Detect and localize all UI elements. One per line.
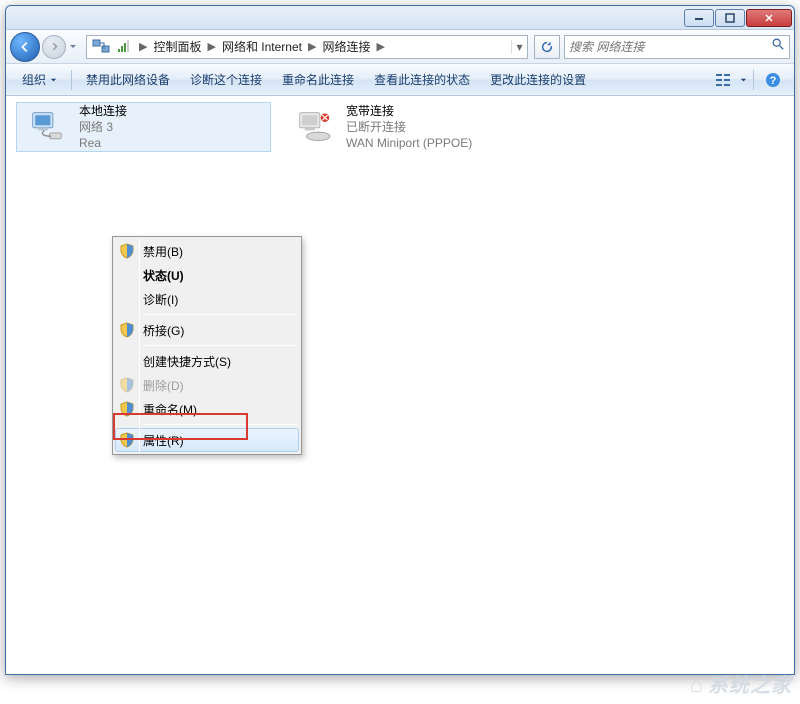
chevron-right-icon: ▶ xyxy=(376,40,384,53)
ctx-diagnose[interactable]: 诊断(I) xyxy=(115,287,299,311)
ctx-rename[interactable]: 重命名(M) xyxy=(115,397,299,421)
minimize-button[interactable] xyxy=(684,9,714,27)
ctx-status[interactable]: 状态(U) xyxy=(115,263,299,287)
breadcrumb-item-control-panel[interactable]: 控制面板 xyxy=(153,38,201,55)
titlebar xyxy=(6,6,794,30)
view-status-button[interactable]: 查看此连接的状态 xyxy=(366,67,478,92)
shield-icon xyxy=(117,241,137,261)
chevron-down-icon[interactable] xyxy=(740,73,747,87)
ethernet-icon xyxy=(23,106,71,148)
ctx-disable[interactable]: 禁用(B) xyxy=(115,239,299,263)
connection-adapter: Rea xyxy=(79,135,127,151)
connection-title: 本地连接 xyxy=(79,103,127,119)
search-box[interactable] xyxy=(564,35,790,59)
svg-text:?: ? xyxy=(770,75,777,87)
shield-icon xyxy=(117,430,137,450)
search-input[interactable] xyxy=(569,40,771,54)
view-options-button[interactable] xyxy=(710,68,736,92)
connection-item-broadband[interactable]: 宽带连接 已断开连接 WAN Miniport (PPPOE) xyxy=(284,102,539,152)
network-icon xyxy=(91,37,111,57)
command-toolbar: 组织 禁用此网络设备 诊断这个连接 重命名此连接 查看此连接的状态 更改此连接的… xyxy=(6,64,794,96)
connection-status: 已断开连接 xyxy=(346,119,472,135)
ctx-properties[interactable]: 属性(R) xyxy=(115,428,299,452)
context-menu: 禁用(B) 状态(U) 诊断(I) 桥接(G) 创建快捷方式(S) xyxy=(112,236,302,455)
forward-button[interactable] xyxy=(42,35,66,59)
connection-title: 宽带连接 xyxy=(346,103,472,119)
organize-label: 组织 xyxy=(22,71,46,88)
modem-icon xyxy=(290,106,338,148)
chevron-down-icon xyxy=(50,73,57,87)
refresh-button[interactable] xyxy=(534,35,560,59)
change-settings-button[interactable]: 更改此连接的设置 xyxy=(482,67,594,92)
organize-menu[interactable]: 组织 xyxy=(14,67,65,92)
disable-device-button[interactable]: 禁用此网络设备 xyxy=(78,67,178,92)
ctx-delete: 删除(D) xyxy=(115,373,299,397)
connection-item-local[interactable]: 本地连接 网络 3 Rea xyxy=(16,102,271,152)
rename-button[interactable]: 重命名此连接 xyxy=(274,67,362,92)
history-dropdown[interactable] xyxy=(66,43,80,51)
help-button[interactable]: ? xyxy=(760,68,786,92)
breadcrumb-item-connections[interactable]: 网络连接 xyxy=(322,38,370,55)
chevron-right-icon: ▶ xyxy=(308,40,316,53)
diagnose-button[interactable]: 诊断这个连接 xyxy=(182,67,270,92)
watermark: ⌂系统之家 xyxy=(690,669,792,698)
content-area: 本地连接 网络 3 Rea 宽带连接 已断开连接 WAN Miniport (P… xyxy=(6,96,794,674)
signal-icon xyxy=(117,40,131,54)
shield-icon xyxy=(117,375,137,395)
search-icon xyxy=(771,37,785,56)
window-frame: ▶ 控制面板 ▶ 网络和 Internet ▶ 网络连接 ▶ ▾ 组织 禁用此网… xyxy=(5,5,795,675)
shield-icon xyxy=(117,320,137,340)
shield-icon xyxy=(117,399,137,419)
maximize-button[interactable] xyxy=(715,9,745,27)
breadcrumb[interactable]: ▶ 控制面板 ▶ 网络和 Internet ▶ 网络连接 ▶ ▾ xyxy=(86,35,528,59)
house-icon: ⌂ xyxy=(690,672,704,697)
connection-network: 网络 3 xyxy=(79,119,127,135)
navigation-bar: ▶ 控制面板 ▶ 网络和 Internet ▶ 网络连接 ▶ ▾ xyxy=(6,30,794,64)
connection-adapter: WAN Miniport (PPPOE) xyxy=(346,135,472,151)
back-button[interactable] xyxy=(10,32,40,62)
ctx-shortcut[interactable]: 创建快捷方式(S) xyxy=(115,349,299,373)
chevron-right-icon: ▶ xyxy=(207,40,215,53)
breadcrumb-item-network-internet[interactable]: 网络和 Internet xyxy=(222,38,302,55)
close-button[interactable] xyxy=(746,9,792,27)
chevron-right-icon: ▶ xyxy=(139,40,147,53)
ctx-bridge[interactable]: 桥接(G) xyxy=(115,318,299,342)
breadcrumb-dropdown[interactable]: ▾ xyxy=(511,40,527,54)
